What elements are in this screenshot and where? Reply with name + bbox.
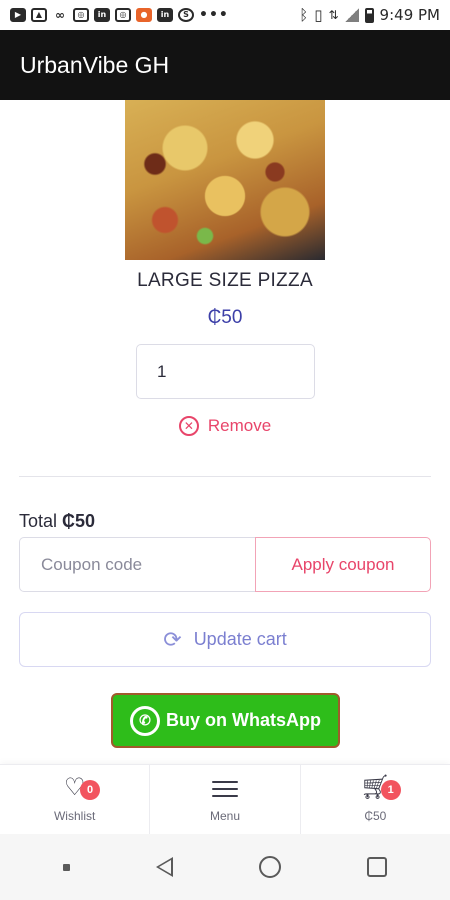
youtube-icon: ▶ — [10, 8, 26, 22]
total-label: Total — [19, 511, 58, 531]
recent-apps-icon[interactable] — [367, 857, 387, 877]
clock: 9:49 PM — [379, 6, 440, 24]
instagram-icon: ◎ — [73, 8, 89, 22]
home-icon[interactable] — [259, 856, 281, 878]
app-title: UrbanVibe GH — [20, 51, 170, 78]
nav-dot-icon[interactable] — [63, 863, 70, 871]
product-name[interactable]: LARGE SIZE PIZZA — [0, 270, 450, 292]
status-bar: ▶ ▲ ∞ ◎ in ◎ ● in S ••• ᛒ ▯ ⇅ 9:49 PM — [0, 0, 450, 30]
shazam-icon: S — [178, 8, 194, 22]
voicemail-icon: ∞ — [55, 8, 65, 22]
data-icon: ⇅ — [328, 8, 339, 22]
instagram-icon: ◎ — [115, 8, 131, 22]
nav-cart[interactable]: 🛒︎ 1 ₵50 — [301, 765, 450, 834]
buy-on-whatsapp-button[interactable]: ✆ Buy on WhatsApp — [111, 693, 340, 748]
menu-label: Menu — [209, 809, 240, 823]
update-cart-label: Update cart — [193, 629, 287, 649]
bottom-nav: ♡ 0 Wishlist Menu 🛒︎ 1 ₵50 — [0, 764, 450, 834]
remove-button[interactable]: ✕ Remove — [0, 416, 450, 436]
divider — [19, 476, 431, 477]
battery-icon — [364, 7, 374, 23]
cart-total-label: ₵50 — [364, 809, 387, 823]
whatsapp-label: Buy on WhatsApp — [166, 710, 321, 730]
vibrate-icon: ▯ — [314, 6, 323, 24]
nav-wishlist[interactable]: ♡ 0 Wishlist — [0, 765, 151, 834]
wishlist-badge: 0 — [80, 780, 100, 800]
quantity-input[interactable] — [136, 344, 315, 399]
signal-icon — [344, 8, 359, 22]
total-value: ₵50 — [62, 511, 96, 531]
gallery-icon: ▲ — [31, 8, 47, 22]
coupon-input[interactable] — [19, 537, 255, 592]
apply-coupon-button[interactable]: Apply coupon — [255, 537, 431, 592]
update-cart-button[interactable]: ⟳ Update cart — [19, 612, 431, 667]
more-dots-icon: ••• — [199, 7, 229, 23]
close-circle-icon: ✕ — [178, 416, 199, 436]
linkedin-icon: in — [94, 8, 110, 22]
product-image[interactable] — [125, 100, 325, 260]
linkedin-icon: in — [157, 8, 173, 22]
cart-total: Total ₵50 — [19, 511, 95, 532]
cart-badge: 1 — [380, 780, 401, 800]
notification-icons: ▶ ▲ ∞ ◎ in ◎ ● in S ••• — [10, 7, 229, 23]
coupon-form: Apply coupon — [19, 537, 431, 592]
menu-icon — [211, 776, 238, 802]
remove-label: Remove — [207, 416, 272, 435]
system-nav-bar — [0, 834, 450, 900]
wishlist-label: Wishlist — [53, 809, 96, 823]
whatsapp-icon: ✆ — [130, 705, 160, 736]
bluetooth-icon: ᛒ — [299, 6, 309, 24]
nav-menu[interactable]: Menu — [150, 765, 301, 834]
app-bar: UrbanVibe GH — [0, 30, 450, 100]
back-icon[interactable] — [156, 857, 173, 877]
refresh-icon: ⟳ — [163, 626, 182, 652]
product-price: ₵50 — [207, 307, 243, 328]
system-icons: ᛒ ▯ ⇅ 9:49 PM — [299, 6, 440, 24]
app-icon: ● — [136, 8, 152, 22]
